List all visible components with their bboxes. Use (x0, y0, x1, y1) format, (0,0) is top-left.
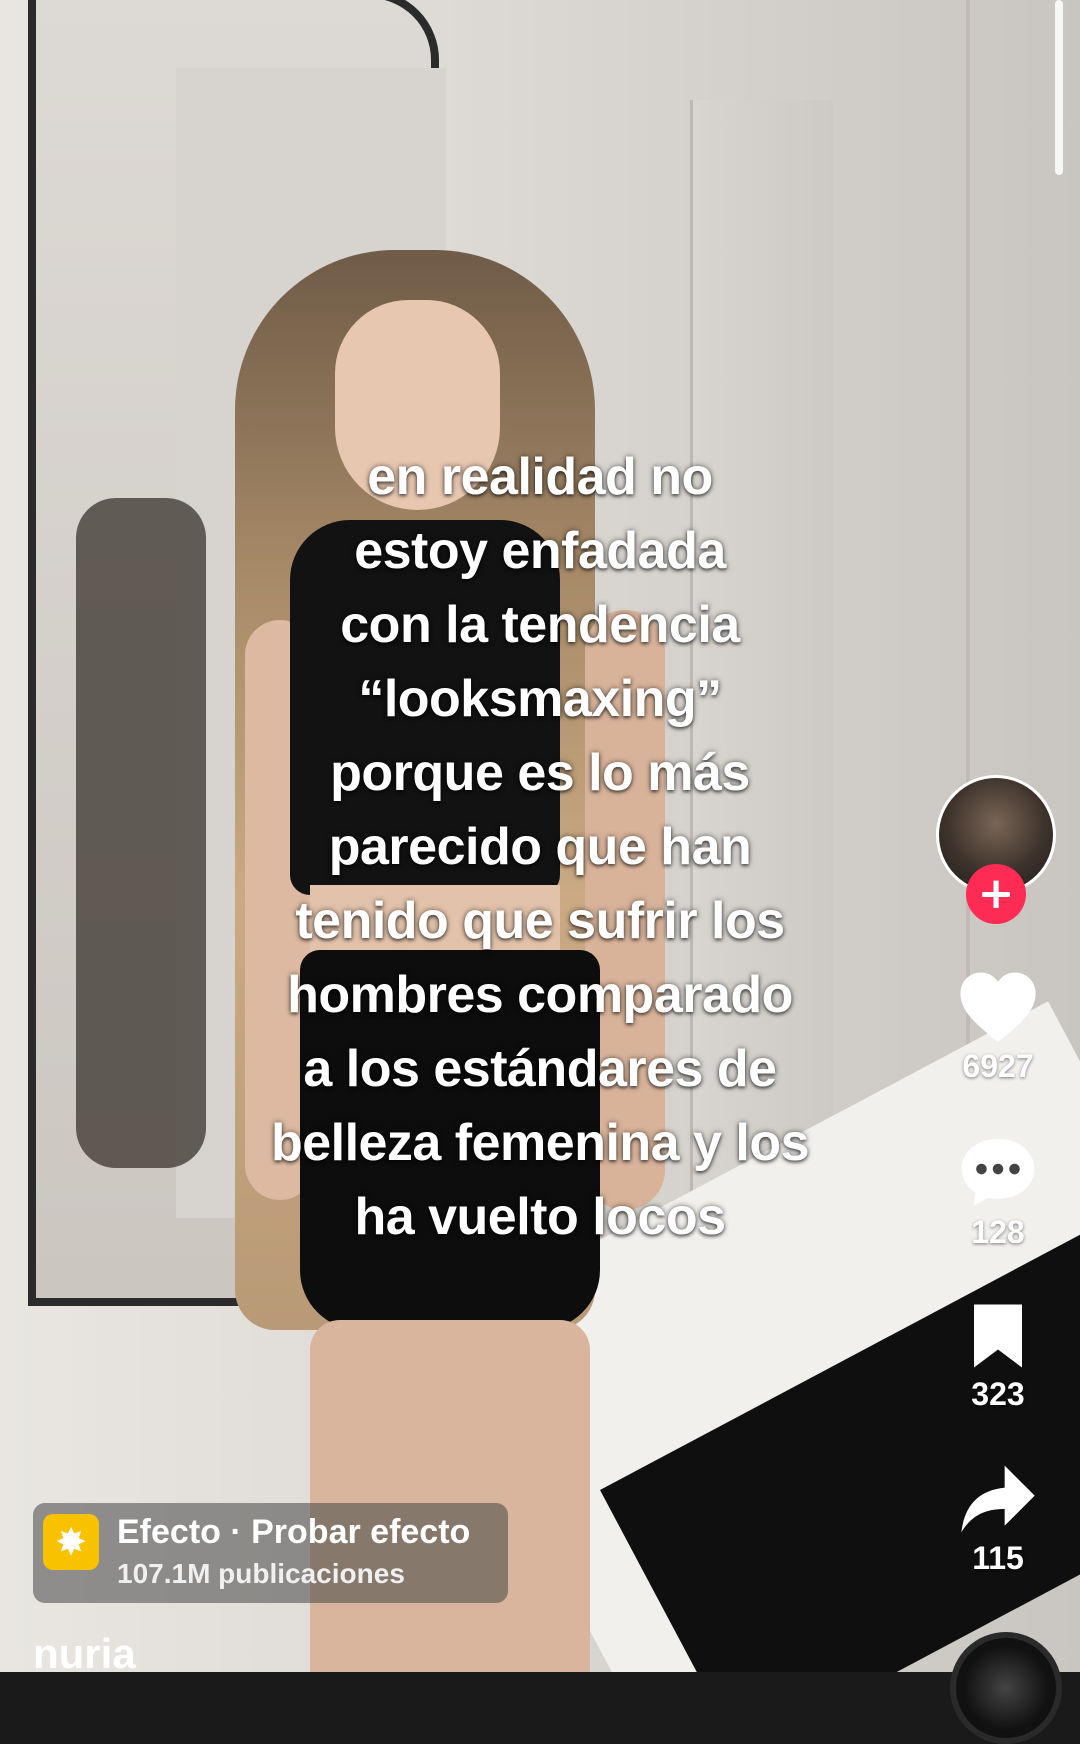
share-count: 115 (972, 1540, 1024, 1576)
effect-anchor[interactable]: ✸ Efecto · Probar efecto 107.1M publicac… (33, 1503, 508, 1603)
person-legs (310, 1320, 590, 1672)
bookmark-button[interactable]: 323 (928, 1300, 1068, 1413)
heart-icon (960, 972, 1036, 1042)
sparkle-icon: ✸ (43, 1514, 99, 1570)
scroll-indicator (1055, 0, 1063, 175)
creator-username[interactable]: nuria (33, 1630, 136, 1678)
caption-line: estoy enfadada (354, 522, 726, 580)
caption-line: parecido que han (328, 818, 752, 876)
comment-icon (961, 1138, 1035, 1207)
caption-line: tenido que sufrir los (295, 892, 785, 950)
caption-line: hombres comparado (287, 966, 793, 1024)
caption-line: “looksmaxing” (358, 670, 722, 728)
caption-line: a los estándares de (303, 1040, 777, 1098)
like-count: 6927 (962, 1048, 1034, 1084)
plus-icon: + (977, 868, 1015, 919)
caption-line: con la tendencia (340, 596, 740, 654)
share-arrow-icon (961, 1465, 1035, 1533)
bookmark-icon (974, 1304, 1022, 1368)
bookmark-count: 323 (971, 1376, 1025, 1412)
caption-line: porque es lo más (330, 744, 750, 802)
follow-button[interactable]: + (966, 864, 1026, 924)
share-button[interactable]: 115 (928, 1462, 1068, 1577)
caption-line: belleza femenina y los (270, 1114, 810, 1172)
effect-post-count: 107.1M publicaciones (117, 1558, 405, 1589)
caption-line: en realidad no (367, 448, 713, 506)
mirror-shadow (76, 498, 206, 1168)
caption-line: ha vuelto locos (354, 1188, 726, 1246)
video-caption-overlay: en realidad no estoy enfadada con la ten… (200, 440, 880, 1254)
comment-count: 128 (971, 1214, 1025, 1250)
like-button[interactable]: 6927 (928, 968, 1068, 1085)
music-disc-icon[interactable] (950, 1632, 1062, 1744)
effect-title: Efecto · Probar efecto (117, 1513, 471, 1551)
comment-button[interactable]: 128 (928, 1134, 1068, 1251)
